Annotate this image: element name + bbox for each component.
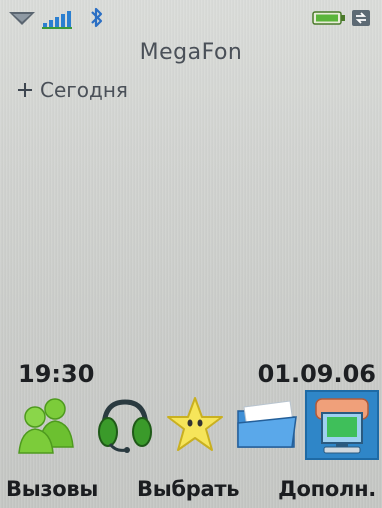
status-bar bbox=[0, 0, 382, 36]
today-row[interactable]: Сегодня bbox=[18, 78, 128, 102]
people-icon bbox=[18, 398, 74, 454]
dock-item-connectivity[interactable] bbox=[305, 390, 379, 460]
headset-icon bbox=[98, 399, 152, 453]
softkey-center[interactable]: Выбрать bbox=[137, 477, 240, 501]
shortcut-dock bbox=[0, 390, 382, 462]
softkey-bar: Вызовы Выбрать Дополн. bbox=[0, 470, 382, 508]
softkey-right[interactable]: Дополн. bbox=[278, 477, 376, 501]
clock-date: 01.09.06 bbox=[257, 360, 376, 388]
signal-icon bbox=[42, 11, 72, 29]
dock-item-contacts[interactable] bbox=[14, 392, 80, 458]
today-label: Сегодня bbox=[40, 78, 128, 102]
plus-icon[interactable] bbox=[18, 83, 32, 97]
softkey-left[interactable]: Вызовы bbox=[6, 477, 98, 501]
dock-item-headset[interactable] bbox=[92, 392, 158, 458]
star-icon bbox=[167, 397, 223, 451]
dock-item-folder[interactable] bbox=[234, 392, 300, 458]
dock-item-star[interactable] bbox=[162, 392, 228, 458]
folder-icon bbox=[237, 400, 297, 448]
sync-icon bbox=[352, 10, 370, 26]
battery-icon bbox=[312, 11, 345, 25]
computer-icon bbox=[315, 398, 369, 454]
bluetooth-icon bbox=[91, 7, 103, 28]
menu-arrow-icon[interactable] bbox=[8, 10, 36, 26]
clock-time: 19:30 bbox=[18, 360, 95, 388]
operator-name: MegaFon bbox=[139, 40, 243, 65]
phone-screen: MegaFon Сегодня 19:30 01.09.06 Вызовы Вы… bbox=[0, 0, 382, 508]
